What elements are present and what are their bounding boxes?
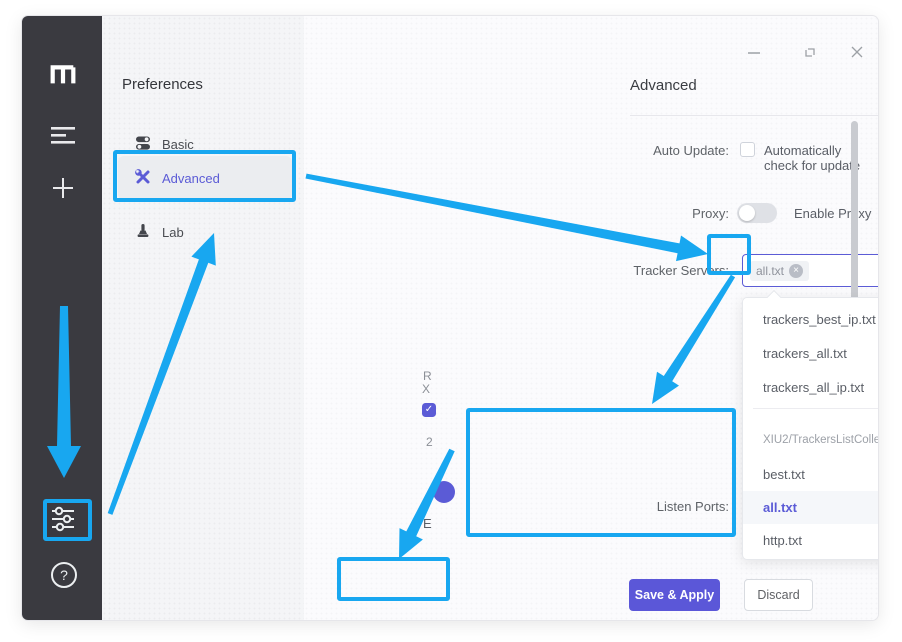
minimize-button[interactable] bbox=[746, 44, 762, 60]
tracker-dropdown: trackers_best_ip.txt trackers_all.txt tr… bbox=[742, 297, 878, 560]
dropdown-item-label: all.txt bbox=[763, 500, 797, 515]
sidebar-item-advanced[interactable]: Advanced bbox=[118, 156, 292, 200]
tracker-servers-label: Tracker Servers: bbox=[562, 263, 729, 278]
discard-button[interactable]: Discard bbox=[744, 579, 813, 611]
app-sidebar: ? bbox=[22, 16, 102, 620]
preferences-panel: Preferences Basic bbox=[102, 16, 304, 620]
maximize-button[interactable] bbox=[802, 44, 818, 60]
occluded-checkbox-checked[interactable]: ✓ bbox=[422, 403, 436, 417]
dropdown-group-label: XIU2/TrackersListCollection bbox=[743, 426, 878, 454]
add-task-icon[interactable] bbox=[51, 176, 75, 200]
task-list-icon[interactable] bbox=[51, 126, 75, 144]
advanced-settings-page: Advanced Auto Update: Automatically chec… bbox=[304, 16, 878, 620]
title-divider bbox=[630, 115, 878, 116]
preferences-title: Preferences bbox=[122, 76, 203, 93]
help-glyph: ? bbox=[60, 567, 68, 583]
preferences-icon[interactable] bbox=[48, 504, 78, 534]
tag-close-icon[interactable]: × bbox=[789, 264, 803, 278]
sidebar-item-label: Basic bbox=[162, 137, 194, 152]
close-icon[interactable] bbox=[849, 44, 865, 60]
dropdown-item-selected[interactable]: all.txt ✓ bbox=[743, 491, 878, 524]
selected-tracker-tag: all.txt × bbox=[750, 261, 809, 281]
auto-update-checkbox[interactable] bbox=[740, 142, 755, 157]
occluded-toggle[interactable] bbox=[433, 481, 455, 503]
check-icon: ✓ bbox=[425, 404, 433, 415]
dropdown-item[interactable]: trackers_all.txt bbox=[743, 337, 878, 370]
dropdown-divider bbox=[753, 408, 878, 409]
auto-update-label: Auto Update: bbox=[562, 143, 729, 158]
occluded-text-fragment: 2 bbox=[426, 435, 433, 449]
proxy-toggle[interactable] bbox=[737, 203, 777, 223]
motrix-logo bbox=[48, 60, 78, 86]
occluded-text-fragment: R bbox=[423, 369, 432, 383]
lab-stamp-icon bbox=[135, 223, 151, 242]
dropdown-item[interactable]: http.txt bbox=[743, 524, 878, 557]
advanced-tools-icon bbox=[135, 169, 151, 188]
occluded-text-fragment: E bbox=[423, 516, 432, 531]
basic-toggles-icon bbox=[135, 135, 151, 154]
proxy-toggle-label: Enable Proxy bbox=[794, 206, 871, 221]
listen-ports-label: Listen Ports: bbox=[562, 499, 729, 514]
dropdown-item[interactable]: best.txt bbox=[743, 458, 878, 491]
help-icon[interactable]: ? bbox=[51, 562, 77, 588]
tag-label: all.txt bbox=[756, 264, 784, 278]
occluded-text-fragment: X bbox=[422, 382, 430, 396]
page-title: Advanced bbox=[630, 77, 697, 94]
save-apply-button[interactable]: Save & Apply bbox=[629, 579, 720, 611]
dropdown-notch bbox=[767, 290, 781, 304]
auto-update-checkbox-label: Automatically check for update bbox=[764, 143, 878, 173]
proxy-label: Proxy: bbox=[562, 206, 729, 221]
app-window: ? Preferences Basic bbox=[22, 16, 878, 620]
sidebar-item-lab[interactable]: Lab bbox=[118, 210, 292, 254]
toggle-knob bbox=[739, 205, 755, 221]
sidebar-item-label: Lab bbox=[162, 225, 184, 240]
sidebar-item-label: Advanced bbox=[162, 171, 220, 186]
dropdown-item[interactable]: trackers_all_ip.txt bbox=[743, 371, 878, 404]
motrix-preferences-screenshot: ? Preferences Basic bbox=[0, 0, 902, 642]
dropdown-item[interactable]: trackers_best_ip.txt bbox=[743, 303, 878, 336]
